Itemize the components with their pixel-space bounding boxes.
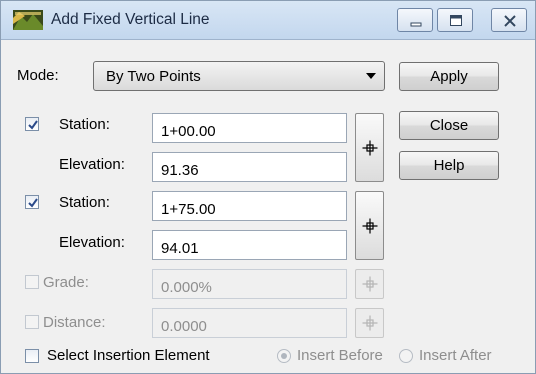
select-insertion-element-checkbox[interactable] (25, 349, 39, 363)
point1-checkbox[interactable] (25, 117, 39, 131)
maximize-button[interactable] (437, 8, 473, 32)
insert-after-label: Insert After (419, 347, 492, 364)
checkmark-icon (28, 198, 38, 208)
close-button[interactable]: Close (399, 111, 499, 140)
distance-pick-button[interactable] (355, 308, 384, 338)
point2-elevation-input[interactable]: 94.01 (152, 230, 347, 260)
mode-label: Mode: (17, 67, 59, 84)
point2-elevation-label: Elevation: (59, 234, 125, 251)
point2-checkbox[interactable] (25, 195, 39, 209)
mode-select[interactable]: By Two Points (93, 61, 385, 91)
crosshair-icon (362, 276, 377, 292)
window-title: Add Fixed Vertical Line (51, 11, 210, 28)
insert-after-radio[interactable] (399, 349, 413, 363)
point2-station-input[interactable]: 1+75.00 (152, 191, 347, 221)
distance-checkbox[interactable] (25, 315, 39, 329)
select-insertion-element-label: Select Insertion Element (47, 347, 210, 364)
close-icon (504, 15, 516, 27)
apply-button[interactable]: Apply (399, 62, 499, 91)
grade-checkbox[interactable] (25, 275, 39, 289)
help-button[interactable]: Help (399, 151, 499, 180)
grade-input[interactable]: 0.000% (152, 269, 347, 299)
close-window-button[interactable] (491, 8, 527, 32)
point1-pick-button[interactable] (355, 113, 384, 182)
distance-label: Distance: (43, 314, 106, 331)
add-fixed-vertical-line-dialog: Add Fixed Vertical Line Mode: By Two Poi… (0, 0, 536, 374)
app-icon (13, 10, 43, 30)
insert-before-radio[interactable] (277, 349, 291, 363)
radio-selected-dot (281, 353, 287, 359)
crosshair-icon (362, 218, 377, 233)
chevron-down-icon (366, 73, 376, 79)
checkmark-icon (28, 120, 38, 130)
crosshair-icon (362, 140, 377, 155)
minimize-icon (410, 22, 422, 27)
title-bar[interactable]: Add Fixed Vertical Line (1, 1, 535, 40)
point1-elevation-label: Elevation: (59, 156, 125, 173)
point2-pick-button[interactable] (355, 191, 384, 260)
maximize-icon (450, 15, 462, 26)
point1-elevation-input[interactable]: 91.36 (152, 152, 347, 182)
grade-label: Grade: (43, 274, 89, 291)
insert-before-label: Insert Before (297, 347, 383, 364)
crosshair-icon (362, 315, 377, 331)
point1-station-input[interactable]: 1+00.00 (152, 113, 347, 143)
minimize-button[interactable] (397, 8, 433, 32)
point1-station-label: Station: (59, 116, 110, 133)
grade-pick-button[interactable] (355, 269, 384, 299)
distance-input[interactable]: 0.0000 (152, 308, 347, 338)
point2-station-label: Station: (59, 194, 110, 211)
mode-selected-value: By Two Points (106, 68, 201, 85)
